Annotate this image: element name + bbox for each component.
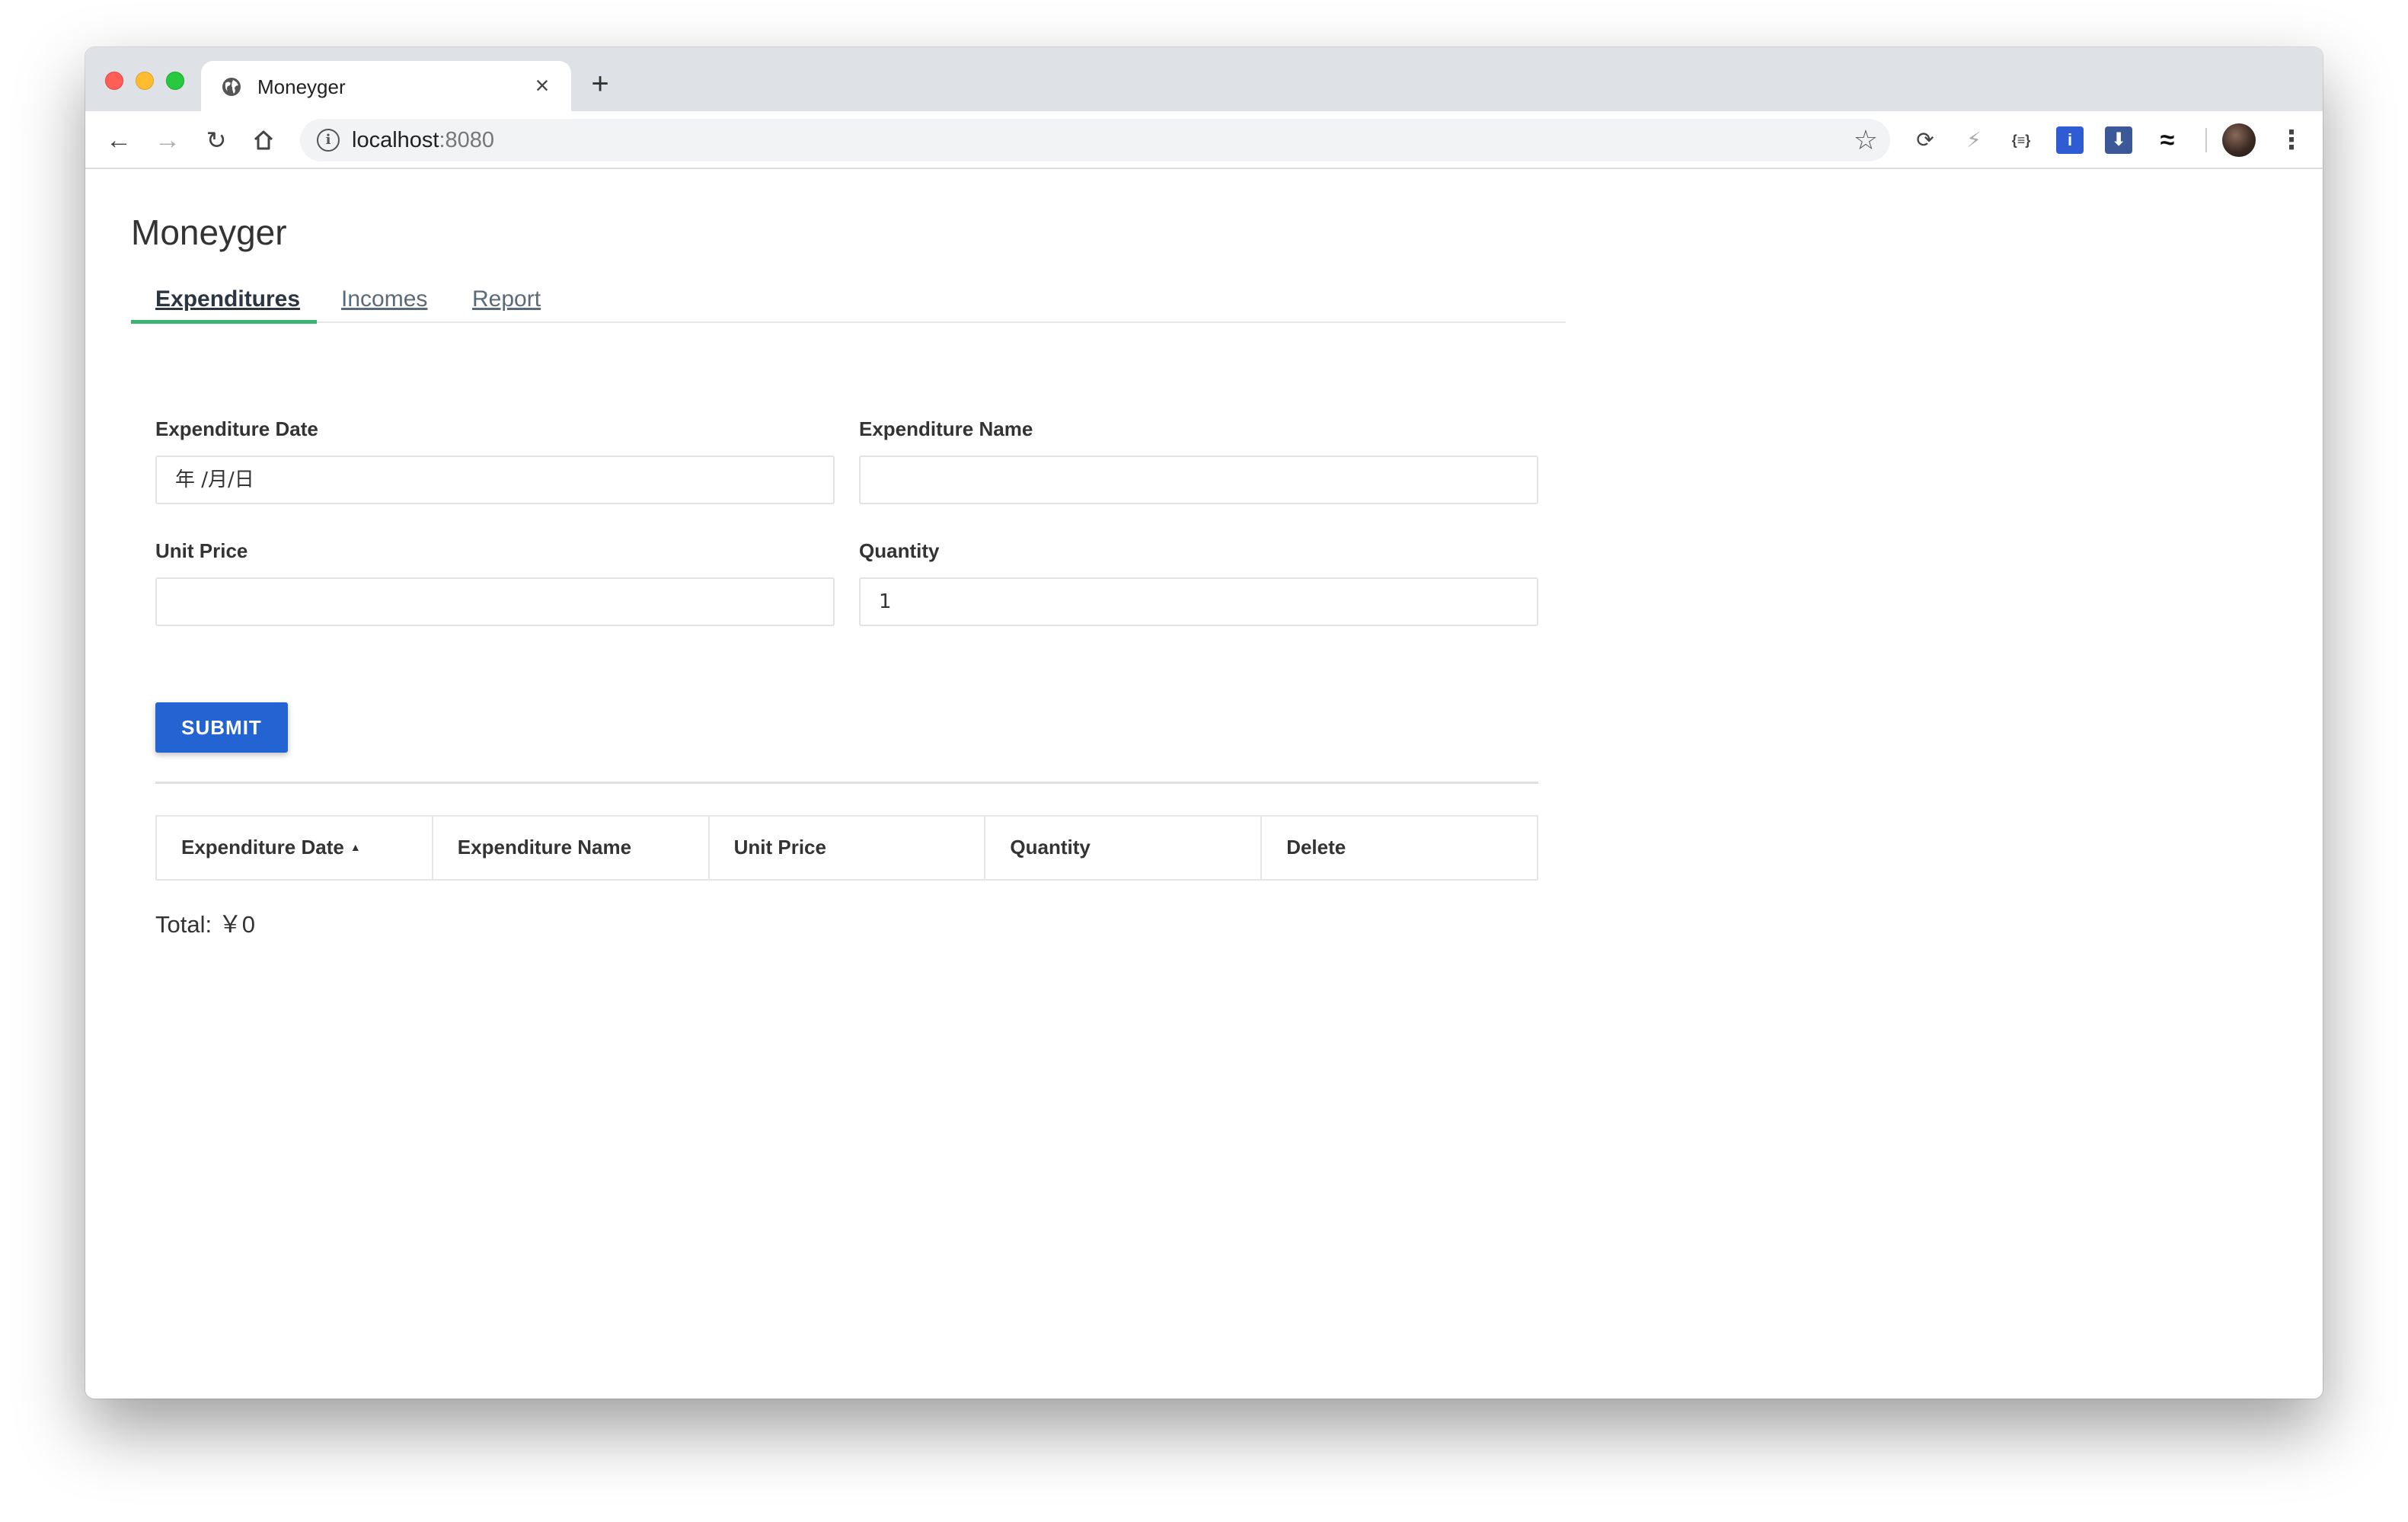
quantity-label: Quantity (859, 539, 940, 562)
column-header-expenditure-name[interactable]: Expenditure Name (433, 817, 710, 879)
column-header-expenditure-date[interactable]: Expenditure Date ▲ (157, 817, 433, 879)
tab-expenditures[interactable]: Expenditures (155, 280, 300, 323)
tab-title: Moneyger (257, 75, 346, 98)
app-title: Moneyger (131, 213, 287, 252)
toolbar-separator (2205, 128, 2207, 152)
wave-extension-icon[interactable]: ≈ (2154, 126, 2181, 154)
globe-icon (222, 78, 241, 96)
unit-price-input[interactable] (155, 577, 835, 626)
expenditure-name-label: Expenditure Name (859, 417, 1033, 440)
total-amount: Total: ￥0 (155, 911, 255, 938)
tab-incomes[interactable]: Incomes (341, 280, 427, 323)
back-arrow-icon[interactable]: ← (102, 123, 136, 157)
expenditures-table-header: Expenditure Date ▲ Expenditure Name Unit … (155, 815, 1538, 881)
forward-arrow-icon[interactable]: → (151, 123, 184, 157)
more-menu-icon[interactable]: ⋮ (2279, 123, 2304, 157)
tab-report[interactable]: Report (472, 280, 541, 323)
download-extension-icon[interactable]: ⬇ (2105, 126, 2132, 154)
unit-price-label: Unit Price (155, 539, 248, 562)
info-extension-icon[interactable]: i (2056, 126, 2084, 154)
expenditure-name-input[interactable] (859, 456, 1538, 504)
bookmark-star-icon[interactable]: ☆ (1854, 123, 1878, 157)
browser-window: Moneyger × + ← → ↻ i localhost:8080 ☆ ⟳ … (85, 47, 2323, 1399)
home-icon[interactable] (247, 123, 280, 157)
close-tab-icon[interactable]: × (529, 72, 556, 99)
minimize-window-button[interactable] (136, 72, 154, 90)
reload-icon[interactable]: ↻ (200, 123, 233, 157)
section-divider (155, 782, 1538, 784)
sync-extension-icon[interactable]: ⟳ (1911, 126, 1939, 154)
address-bar[interactable]: i localhost:8080 ☆ (300, 119, 1890, 161)
column-header-quantity[interactable]: Quantity (985, 817, 1263, 879)
browser-toolbar: ← → ↻ i localhost:8080 ☆ ⟳ ⚡ {≡} i ⬇ ≈ ⋮ (85, 111, 2323, 169)
expenditure-date-label: Expenditure Date (155, 417, 318, 440)
browser-tab-moneyger[interactable]: Moneyger × (201, 61, 571, 111)
expenditure-date-input[interactable]: 年 /月/日 (155, 456, 835, 504)
tab-strip: Moneyger × + (85, 47, 2323, 111)
profile-avatar[interactable] (2222, 123, 2256, 157)
page-content: Moneyger Expenditures Incomes Report Exp… (85, 169, 2323, 1399)
quantity-input[interactable]: 1 (859, 577, 1538, 626)
column-header-delete[interactable]: Delete (1262, 817, 1537, 879)
column-header-unit-price[interactable]: Unit Price (710, 817, 986, 879)
submit-button[interactable]: SUBMIT (155, 702, 288, 753)
new-tab-button[interactable]: + (585, 69, 615, 101)
active-tab-indicator (131, 320, 317, 324)
lightning-extension-icon[interactable]: ⚡ (1960, 126, 1988, 154)
site-info-icon[interactable]: i (317, 129, 340, 152)
section-tabs: Expenditures Incomes Report (131, 280, 1566, 324)
url-text: localhost:8080 (352, 128, 495, 152)
close-window-button[interactable] (105, 72, 123, 90)
sort-ascending-icon: ▲ (350, 841, 361, 853)
json-extension-icon[interactable]: {≡} (2007, 126, 2035, 154)
maximize-window-button[interactable] (166, 72, 184, 90)
